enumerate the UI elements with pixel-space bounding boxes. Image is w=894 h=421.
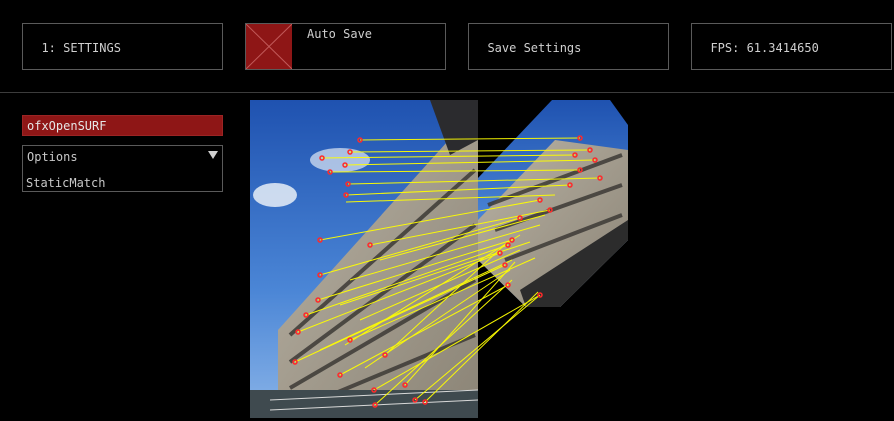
panel-header-label: ofxOpenSURF	[27, 119, 107, 133]
save-settings-button[interactable]: Save Settings	[468, 23, 669, 70]
checkbox-cross-icon	[246, 24, 292, 69]
auto-save-label: Auto Save	[307, 27, 373, 41]
match-viewer	[250, 100, 630, 418]
dropdown-arrow-icon[interactable]	[208, 151, 218, 160]
auto-save-checkbox[interactable]	[246, 24, 292, 69]
fps-label: FPS: 61.3414650	[710, 41, 819, 55]
options-dropdown[interactable]: Options StaticMatch	[22, 145, 223, 192]
match-visualization	[250, 100, 628, 418]
options-label: Options	[27, 150, 78, 164]
save-settings-label: Save Settings	[487, 41, 582, 55]
fps-display: FPS: 61.3414650	[691, 23, 892, 70]
toolbar-divider	[0, 92, 894, 93]
settings-label: 1: SETTINGS	[41, 41, 121, 55]
options-selected-value[interactable]: StaticMatch	[26, 176, 105, 190]
panel-header[interactable]: ofxOpenSURF	[22, 115, 223, 136]
settings-panel-title: 1: SETTINGS	[22, 23, 223, 70]
building-photo-icon	[250, 100, 479, 418]
